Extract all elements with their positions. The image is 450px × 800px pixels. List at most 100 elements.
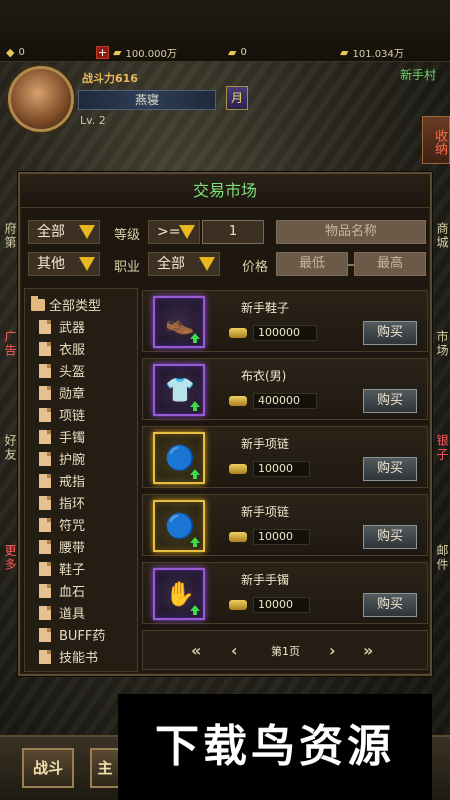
document-icon [39, 429, 51, 444]
item-row: ✋ 新手手镯 10000 购买 [142, 562, 428, 624]
item-icon-cloth[interactable]: 👕 [153, 364, 205, 416]
item-row: 🔵 新手项链 10000 购买 [142, 494, 428, 556]
item-price: 400000 [229, 393, 317, 409]
market-panel: 交易市场 全部 等级 >= 1 物品名称 其他 职业 全部 价格 最低 最高 全… [18, 172, 432, 676]
category-list: 全部类型 武器 衣服 头盔 勋章 项链 手镯 护腕 戒指 指环 符咒 腰带 鞋子… [24, 288, 138, 672]
side-tab-market[interactable]: 市场 [434, 330, 450, 358]
item-row: 🔵 新手项链 10000 购买 [142, 426, 428, 488]
storage-tab[interactable]: 收纳 [422, 116, 450, 164]
battle-button[interactable]: 战斗 [22, 748, 74, 788]
category-item[interactable]: 道具 [39, 603, 85, 622]
side-tab-mansion[interactable]: 府第 [2, 222, 19, 250]
gold-icon [229, 532, 247, 542]
item-name-input[interactable]: 物品名称 [276, 220, 426, 244]
category-item[interactable]: 指环 [39, 493, 85, 512]
gold-icon [229, 464, 247, 474]
document-icon [39, 473, 51, 488]
class-label: 职业 [114, 260, 141, 275]
item-icon-shoes[interactable]: 👞 [153, 296, 205, 348]
gold-counter-3: ▰ 101.034万 [340, 45, 404, 60]
location-label: 新手村 [399, 68, 436, 82]
buy-button[interactable]: 购买 [363, 457, 417, 481]
item-row: 👕 布衣(男) 400000 购买 [142, 358, 428, 420]
category-item[interactable]: 戒指 [39, 471, 85, 490]
category-item[interactable]: 衣服 [39, 339, 85, 358]
category-item[interactable]: 腰带 [39, 537, 85, 556]
category-item[interactable]: 武器 [39, 317, 85, 336]
category-item[interactable]: 手镯 [39, 427, 85, 446]
category-item[interactable]: 护腕 [39, 449, 85, 468]
category-all[interactable]: 全部类型 [31, 295, 101, 314]
subtype-dropdown[interactable]: 其他 [28, 252, 100, 276]
item-icon-necklace[interactable]: 🔵 [153, 432, 205, 484]
side-tab-silver[interactable]: 银子 [434, 434, 450, 462]
type-dropdown[interactable]: 全部 [28, 220, 100, 244]
category-item[interactable]: 项链 [39, 405, 85, 424]
avatar[interactable] [8, 66, 74, 132]
combat-power: 战斗力616 [82, 72, 138, 85]
page-label: 第1页 [271, 645, 300, 658]
item-icon-necklace[interactable]: 🔵 [153, 500, 205, 552]
document-icon [39, 341, 51, 356]
document-icon [39, 539, 51, 554]
side-tab-ads[interactable]: 广告 [2, 330, 19, 358]
document-icon [39, 649, 51, 664]
player-level: Lv. 2 [80, 114, 106, 127]
chevron-down-icon [179, 225, 195, 239]
watermark: 下载鸟资源 [118, 694, 432, 800]
moon-button[interactable]: 月 [226, 86, 248, 110]
chevron-down-icon [79, 257, 95, 271]
buy-button[interactable]: 购买 [363, 321, 417, 345]
category-item[interactable]: 符咒 [39, 515, 85, 534]
side-tab-more[interactable]: 更多 [2, 544, 19, 572]
item-name: 新手项链 [241, 505, 290, 519]
buy-button[interactable]: 购买 [363, 389, 417, 413]
item-icon-bracelet[interactable]: ✋ [153, 568, 205, 620]
document-icon [39, 385, 51, 400]
category-item[interactable]: 鞋子 [39, 559, 85, 578]
player-name: 燕寝 [78, 90, 216, 110]
next-page-icon[interactable]: › [329, 641, 336, 660]
item-row: 👞 新手鞋子 100000 购买 [142, 290, 428, 352]
item-name: 布衣(男) [241, 369, 287, 383]
folder-icon [31, 295, 45, 311]
filter-area: 全部 等级 >= 1 物品名称 其他 职业 全部 价格 最低 最高 [20, 208, 430, 284]
gold-icon [229, 396, 247, 406]
price-label: 价格 [242, 260, 269, 275]
gem-icon: ◆ [6, 45, 15, 59]
first-page-icon[interactable]: « [191, 641, 201, 660]
item-name: 新手手镯 [241, 573, 290, 587]
last-page-icon[interactable]: » [363, 641, 373, 660]
gold-icon [229, 600, 247, 610]
side-tab-friends[interactable]: 好友 [2, 434, 19, 462]
price-max-input[interactable]: 最高 [354, 252, 426, 276]
category-item[interactable]: 血石 [39, 581, 85, 600]
category-item[interactable]: 技能书 [39, 647, 98, 666]
document-icon [39, 517, 51, 532]
gold-icon: ▰ [340, 45, 349, 59]
gold-icon: ▰ [228, 45, 237, 59]
panel-title: 交易市场 [20, 174, 430, 208]
document-icon [39, 605, 51, 620]
price-min-input[interactable]: 最低 [276, 252, 348, 276]
buy-button[interactable]: 购买 [363, 525, 417, 549]
level-input[interactable]: 1 [202, 220, 264, 244]
document-icon [39, 583, 51, 598]
side-tab-mail[interactable]: 邮件 [434, 544, 450, 572]
level-operator-dropdown[interactable]: >= [148, 220, 200, 244]
level-label: 等级 [114, 228, 141, 243]
resource-bar: ◆ 0 + ▰ 100.000万 ▰ 0 ▰ 101.034万 [0, 0, 450, 62]
category-item[interactable]: 头盔 [39, 361, 85, 380]
main-button[interactable]: 主 [90, 748, 120, 788]
side-tab-shop[interactable]: 商城 [434, 222, 450, 250]
gold-counter-2: ▰ 0 [228, 45, 247, 59]
document-icon [39, 407, 51, 422]
add-currency-button[interactable]: + [96, 45, 109, 59]
prev-page-icon[interactable]: ‹ [231, 641, 238, 660]
gold-icon: ▰ [113, 45, 122, 59]
class-dropdown[interactable]: 全部 [148, 252, 220, 276]
category-item[interactable]: BUFF药 [39, 625, 105, 644]
buy-button[interactable]: 购买 [363, 593, 417, 617]
document-icon [39, 561, 51, 576]
category-item[interactable]: 勋章 [39, 383, 85, 402]
